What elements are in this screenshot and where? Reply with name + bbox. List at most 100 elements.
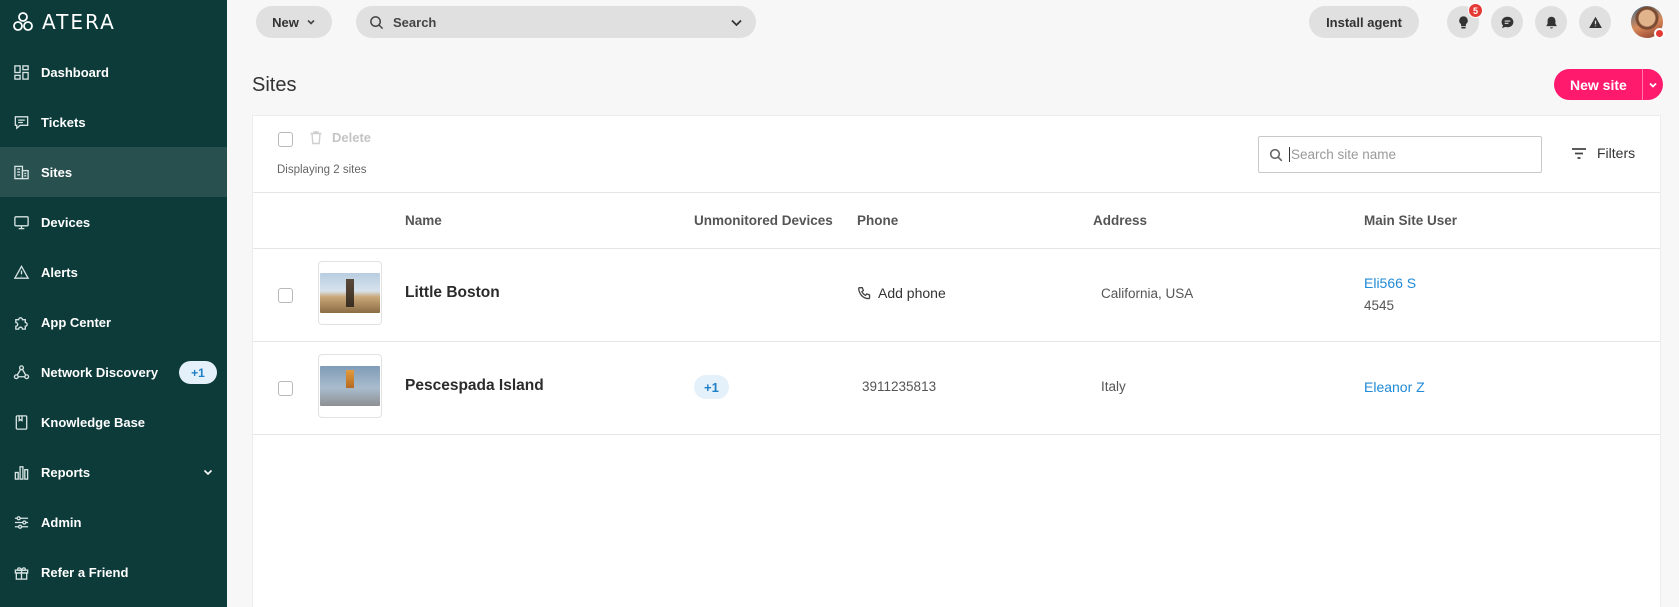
column-header-name[interactable]: Name [405, 213, 442, 228]
sidebar-nav: Dashboard Tickets Sites Devices Alerts A… [0, 47, 227, 597]
install-agent-button[interactable]: Install agent [1309, 6, 1419, 38]
sidebar-item-sites[interactable]: Sites [0, 147, 227, 197]
filters-label: Filters [1597, 145, 1636, 161]
admin-icon [12, 513, 30, 531]
add-phone-label: Add phone [878, 285, 946, 301]
main-site-user-link[interactable]: Eli566 S [1364, 275, 1416, 291]
notification-count-badge: 5 [1468, 3, 1483, 18]
search-icon [369, 15, 384, 30]
delete-button-label: Delete [332, 130, 372, 145]
sidebar-item-label: Admin [41, 514, 82, 530]
site-image [320, 366, 380, 406]
table-row[interactable]: Little Boston Add phone California, USA … [253, 249, 1660, 342]
tips-button[interactable]: 5 [1447, 3, 1483, 38]
page-title: Sites [252, 74, 297, 96]
network-discovery-badge: +1 [179, 361, 217, 384]
logo-text: ATERA [42, 10, 116, 34]
warning-icon [1588, 16, 1602, 28]
sidebar-item-admin[interactable]: Admin [0, 497, 227, 547]
notifications-button[interactable] [1535, 6, 1567, 38]
puzzle-icon [12, 313, 30, 331]
table-row[interactable]: Pescespada Island +1 3911235813 Italy El… [253, 342, 1660, 435]
sidebar-item-label: App Center [41, 314, 112, 330]
displaying-count: Displaying 2 sites [277, 164, 367, 176]
gift-icon [12, 563, 30, 581]
sidebar-item-network-discovery[interactable]: Network Discovery +1 [0, 347, 227, 397]
site-thumbnail[interactable] [318, 261, 382, 325]
site-phone: 3911235813 [862, 379, 937, 394]
delete-button[interactable]: Delete [309, 130, 371, 145]
global-search-label: Search [393, 14, 437, 30]
sidebar-item-label: Devices [41, 214, 91, 230]
sidebar-item-app-center[interactable]: App Center [0, 297, 227, 347]
reports-icon [12, 463, 30, 481]
bell-icon [1545, 16, 1557, 29]
sidebar-item-label: Sites [41, 164, 73, 180]
table-toolbar: Delete Displaying 2 sites Search site na… [253, 116, 1660, 193]
sites-icon [12, 163, 30, 181]
chevron-down-icon [307, 19, 315, 25]
trash-icon [310, 131, 322, 145]
sidebar-item-label: Refer a Friend [41, 564, 129, 580]
sidebar-item-label: Alerts [41, 264, 78, 280]
sidebar-item-dashboard[interactable]: Dashboard [0, 47, 227, 97]
site-image [320, 273, 380, 313]
dashboard-icon [12, 63, 30, 81]
sidebar-item-knowledge-base[interactable]: Knowledge Base [0, 397, 227, 447]
sidebar-item-alerts[interactable]: Alerts [0, 247, 227, 297]
filters-button[interactable]: Filters [1571, 145, 1635, 161]
column-header-main-site-user[interactable]: Main Site User [1364, 213, 1457, 228]
sidebar-item-label: Network Discovery [41, 364, 159, 380]
chat-icon [1501, 16, 1513, 28]
sidebar-item-devices[interactable]: Devices [0, 197, 227, 247]
site-thumbnail[interactable] [318, 354, 382, 418]
chevron-down-icon[interactable] [730, 16, 743, 29]
phone-icon [858, 286, 871, 299]
select-all-checkbox[interactable] [278, 132, 293, 147]
site-name[interactable]: Little Boston [405, 284, 500, 302]
chevron-down-icon[interactable] [202, 465, 214, 483]
chat-button[interactable] [1491, 6, 1523, 38]
table-header: Name Unmonitored Devices Phone Address M… [253, 193, 1660, 249]
sites-table-panel: Delete Displaying 2 sites Search site na… [252, 115, 1661, 607]
row-checkbox[interactable] [278, 381, 293, 396]
site-name[interactable]: Pescespada Island [405, 377, 544, 395]
row-checkbox[interactable] [278, 288, 293, 303]
devices-icon [12, 213, 30, 231]
tickets-icon [12, 113, 30, 131]
unmonitored-devices-badge[interactable]: +1 [694, 375, 729, 399]
new-site-button-label[interactable]: New site [1554, 69, 1643, 100]
chevron-down-icon [1649, 82, 1657, 88]
sidebar-item-label: Dashboard [41, 64, 109, 80]
site-search-placeholder: Search site name [1289, 147, 1397, 162]
alerts-button[interactable] [1579, 6, 1611, 38]
add-phone-button[interactable]: Add phone [857, 285, 946, 301]
atera-logo[interactable]: ATERA [12, 10, 116, 34]
filter-icon [1572, 147, 1586, 159]
global-search-input[interactable]: Search [356, 6, 756, 38]
network-icon [12, 363, 30, 381]
column-header-phone[interactable]: Phone [857, 213, 898, 228]
new-site-dropdown-button[interactable] [1643, 69, 1663, 100]
search-icon [1269, 148, 1283, 161]
column-header-unmonitored-devices[interactable]: Unmonitored Devices [694, 213, 833, 228]
sidebar-item-tickets[interactable]: Tickets [0, 97, 227, 147]
alerts-icon [12, 263, 30, 281]
site-address: California, USA [1101, 286, 1194, 301]
user-avatar[interactable] [1631, 6, 1665, 39]
sidebar-item-label: Knowledge Base [41, 414, 146, 430]
top-bar: New Search Install agent 5 [227, 0, 1679, 44]
logo-mark-icon [13, 12, 33, 31]
new-button[interactable]: New [256, 6, 332, 38]
main-site-user-link[interactable]: Eleanor Z [1364, 379, 1425, 395]
sidebar-item-reports[interactable]: Reports [0, 447, 227, 497]
site-search-input[interactable]: Search site name [1258, 136, 1542, 173]
main-site-user-detail: 4545 [1364, 298, 1395, 313]
new-button-label: New [272, 14, 299, 30]
new-site-button[interactable]: New site [1554, 69, 1663, 100]
column-header-address[interactable]: Address [1093, 213, 1147, 228]
status-dot [1654, 28, 1665, 39]
site-address: Italy [1101, 379, 1126, 394]
sidebar-item-refer-a-friend[interactable]: Refer a Friend [0, 547, 227, 597]
sidebar-item-label: Reports [41, 464, 91, 480]
